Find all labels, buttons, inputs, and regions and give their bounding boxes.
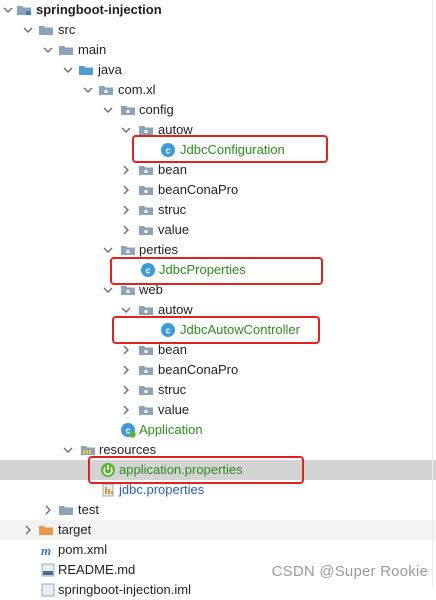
properties-file-icon xyxy=(102,483,114,497)
source-folder-icon xyxy=(79,66,93,75)
chevron-down-icon[interactable] xyxy=(102,244,114,256)
chevron-down-icon[interactable] xyxy=(42,44,54,56)
highlight-box-jdbc-configuration xyxy=(132,135,328,163)
watermark: CSDN @Super Rookie xyxy=(271,563,428,580)
chevron-down-icon[interactable] xyxy=(120,304,132,316)
tree-row-src[interactable]: src xyxy=(0,20,436,40)
tree-label: beanConaPro xyxy=(158,362,239,377)
module-folder-icon xyxy=(17,6,31,15)
tree-label: Application xyxy=(139,422,203,437)
folder-icon xyxy=(59,506,73,515)
project-tree: springboot-injection src main java com.x… xyxy=(0,0,436,597)
svg-text:m: m xyxy=(41,543,51,558)
package-icon xyxy=(139,166,153,175)
package-icon xyxy=(121,246,135,255)
chevron-right-icon[interactable] xyxy=(120,384,132,396)
tree-label: springboot-injection.iml xyxy=(58,582,191,597)
highlight-box-application-properties xyxy=(88,456,304,484)
tree-row-config[interactable]: config xyxy=(0,100,436,120)
package-icon xyxy=(139,206,153,215)
package-icon xyxy=(139,346,153,355)
tree-row-pom-xml[interactable]: m pom.xml xyxy=(0,540,436,560)
chevron-right-icon[interactable] xyxy=(120,404,132,416)
folder-icon xyxy=(39,26,53,35)
package-icon xyxy=(139,406,153,415)
tree-row-project-root[interactable]: springboot-injection xyxy=(0,0,436,20)
tree-label: com.xl xyxy=(118,82,156,97)
tree-row-value[interactable]: value xyxy=(0,220,436,240)
tree-label: bean xyxy=(158,162,187,177)
tree-label: value xyxy=(158,402,190,417)
chevron-down-icon[interactable] xyxy=(22,24,34,36)
tree-label: struc xyxy=(158,202,187,217)
excluded-folder-icon xyxy=(39,526,53,535)
tree-label: config xyxy=(139,102,174,117)
chevron-right-icon[interactable] xyxy=(120,184,132,196)
tree-row-beanconapro[interactable]: beanConaPro xyxy=(0,360,436,380)
chevron-down-icon[interactable] xyxy=(62,64,74,76)
tree-row-main[interactable]: main xyxy=(0,40,436,60)
markdown-file-icon xyxy=(41,563,55,577)
package-icon xyxy=(121,106,135,115)
tree-row-struc[interactable]: struc xyxy=(0,380,436,400)
tree-label: java xyxy=(98,62,122,77)
package-icon xyxy=(139,186,153,195)
maven-icon: m xyxy=(41,543,51,558)
chevron-down-icon[interactable] xyxy=(62,444,74,456)
package-icon xyxy=(139,366,153,375)
tree-label: test xyxy=(78,502,99,517)
tree-row-application[interactable]: c Application xyxy=(0,420,436,440)
tree-row-beanconapro[interactable]: beanConaPro xyxy=(0,180,436,200)
folder-icon xyxy=(59,46,73,55)
tree-row-com-xl[interactable]: com.xl xyxy=(0,80,436,100)
tree-label: struc xyxy=(158,382,187,397)
package-icon xyxy=(139,226,153,235)
tree-label: value xyxy=(158,222,190,237)
highlight-box-jdbc-properties xyxy=(110,257,323,285)
tree-label: target xyxy=(58,522,92,537)
package-icon xyxy=(99,86,113,95)
highlight-box-jdbc-autow-controller xyxy=(112,316,320,344)
chevron-right-icon[interactable] xyxy=(120,204,132,216)
chevron-right-icon[interactable] xyxy=(120,344,132,356)
tree-row-value[interactable]: value xyxy=(0,400,436,420)
chevron-down-icon[interactable] xyxy=(120,124,132,136)
panel-divider xyxy=(432,0,433,588)
tree-label: main xyxy=(78,42,107,57)
tree-label: src xyxy=(58,22,76,37)
tree-row-target[interactable]: target xyxy=(0,520,436,540)
tree-label: pom.xml xyxy=(58,542,108,557)
package-icon xyxy=(139,386,153,395)
tree-row-bean[interactable]: bean xyxy=(0,160,436,180)
chevron-down-icon[interactable] xyxy=(102,284,114,296)
chevron-right-icon[interactable] xyxy=(120,164,132,176)
module-file-icon xyxy=(41,583,55,597)
chevron-down-icon[interactable] xyxy=(2,4,14,16)
chevron-right-icon[interactable] xyxy=(120,364,132,376)
tree-row-java[interactable]: java xyxy=(0,60,436,80)
chevron-right-icon[interactable] xyxy=(22,524,34,536)
tree-row-iml[interactable]: springboot-injection.iml xyxy=(0,580,436,600)
tree-label: beanConaPro xyxy=(158,182,239,197)
chevron-right-icon[interactable] xyxy=(120,224,132,236)
chevron-down-icon[interactable] xyxy=(82,84,94,96)
chevron-right-icon[interactable] xyxy=(42,504,54,516)
spring-boot-class-icon: c xyxy=(121,423,136,438)
chevron-down-icon[interactable] xyxy=(102,104,114,116)
tree-label: README.md xyxy=(58,562,136,577)
tree-row-struc[interactable]: struc xyxy=(0,200,436,220)
tree-label: springboot-injection xyxy=(36,2,162,17)
tree-row-test[interactable]: test xyxy=(0,500,436,520)
